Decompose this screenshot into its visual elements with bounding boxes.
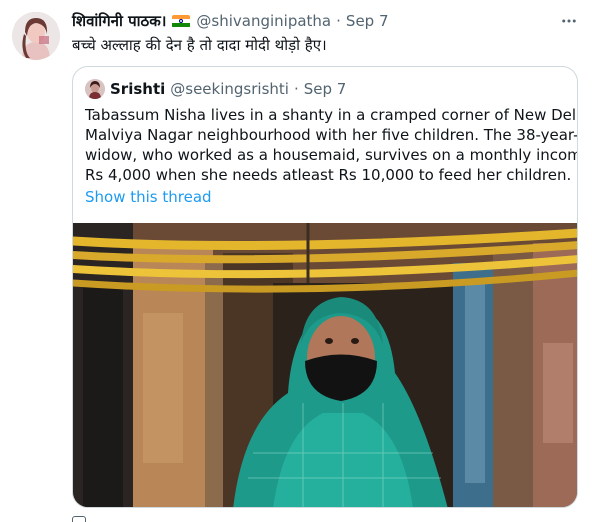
quoted-tweet[interactable]: Srishti @seekingsrishti · Sep 7 Tabassum… (72, 66, 578, 508)
tweet-date[interactable]: Sep 7 (346, 12, 389, 30)
tweet-header: शिवांगिनी पाठक। @shivanginipatha · Sep 7 (72, 11, 389, 31)
user-avatar[interactable] (12, 12, 60, 60)
quoted-user-avatar (85, 79, 105, 99)
quoted-display-name[interactable]: Srishti (110, 80, 165, 98)
quoted-text-line: widow, who worked as a housemaid, surviv… (85, 146, 578, 164)
separator-dot: · (336, 12, 341, 30)
quoted-separator-dot: · (293, 80, 299, 98)
reply-icon[interactable] (72, 516, 86, 522)
quoted-tweet-header: Srishti @seekingsrishti · Sep 7 (85, 79, 346, 99)
quoted-tweet-text: Tabassum Nisha lives in a shanty in a cr… (85, 105, 578, 185)
display-name[interactable]: शिवांगिनी पाठक। (72, 11, 166, 31)
user-handle[interactable]: @shivanginipatha (196, 12, 331, 30)
show-thread-link[interactable]: Show this thread (85, 187, 212, 207)
woman-in-shanty-photo[interactable] (73, 223, 577, 507)
quoted-tweet-date[interactable]: Sep 7 (304, 80, 347, 98)
quoted-text-line: Rs 4,000 when she needs atleast Rs 10,00… (85, 166, 572, 184)
tweet-text: बच्चे अल्लाह की देन है तो दादा मोदी थोड़… (72, 36, 327, 54)
quoted-text-line: Malviya Nagar neighbourhood with her fiv… (85, 126, 578, 144)
tweet[interactable]: शिवांगिनी पाठक। @shivanginipatha · Sep 7… (0, 0, 592, 522)
quoted-text-line: Tabassum Nisha lives in a shanty in a cr… (85, 106, 578, 124)
india-flag-icon (172, 14, 191, 28)
more-options-icon[interactable] (560, 12, 578, 30)
quoted-user-handle[interactable]: @seekingsrishti (170, 80, 289, 98)
